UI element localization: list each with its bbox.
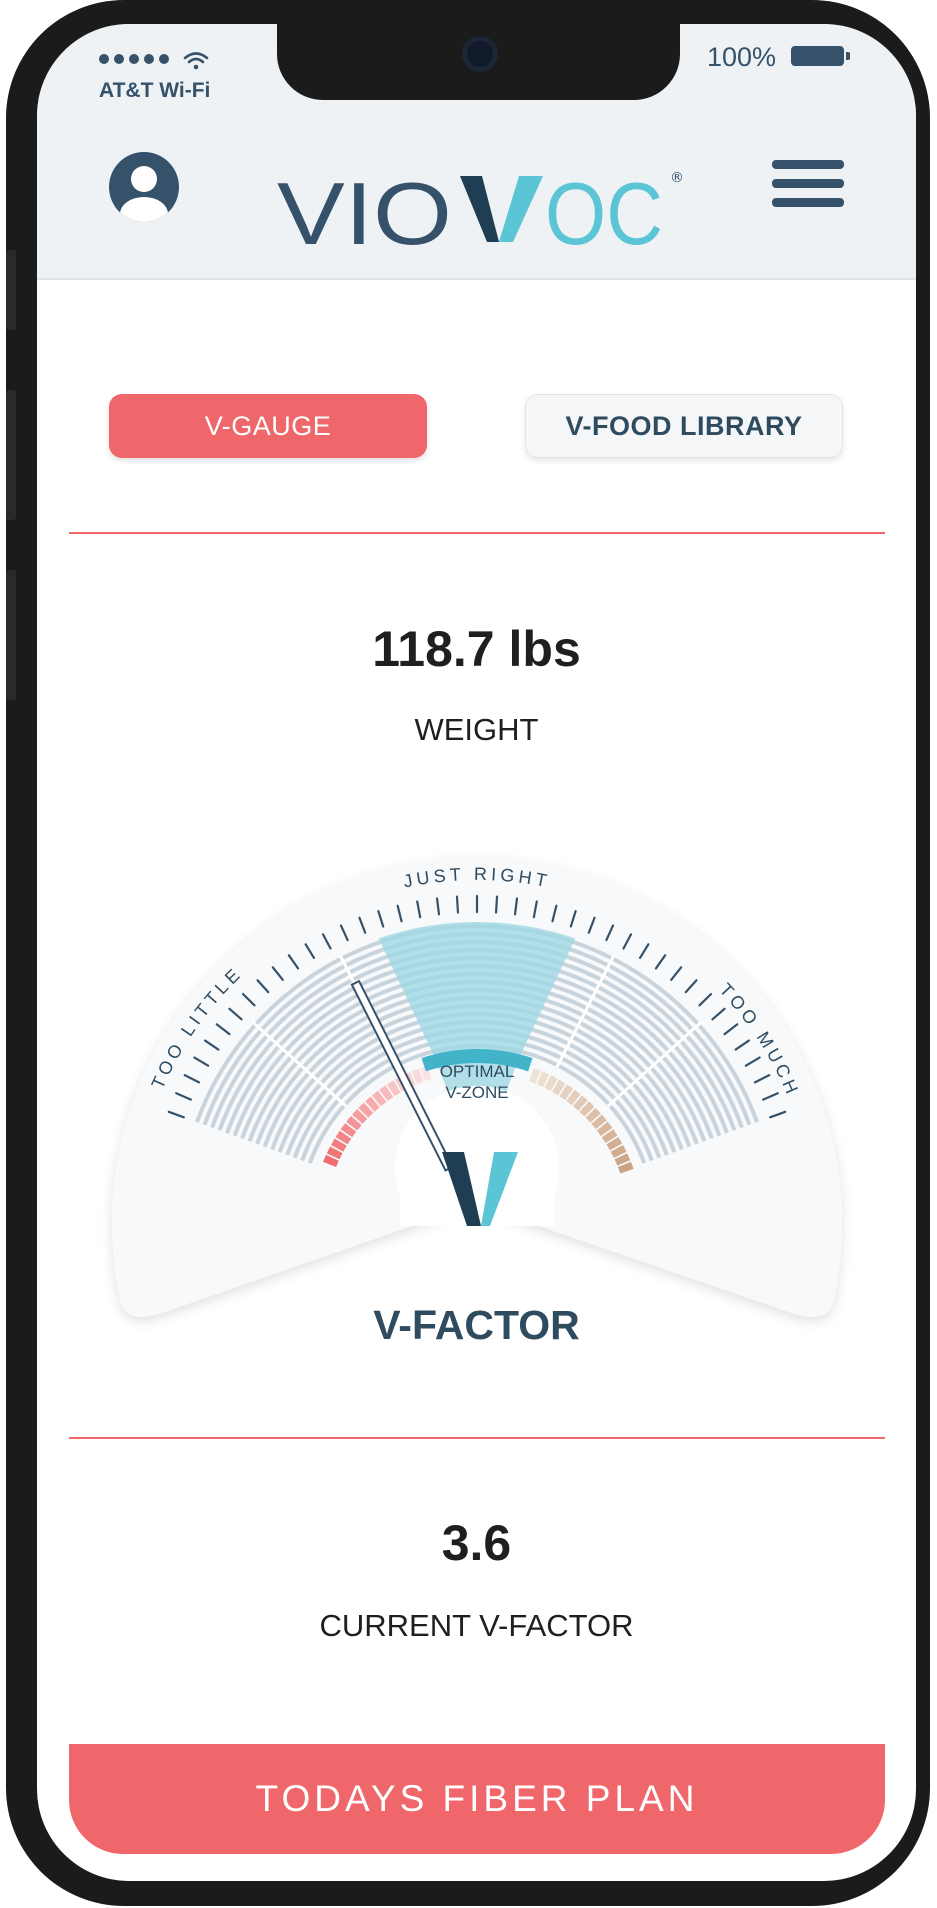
tab-v-gauge[interactable]: V-GAUGE: [109, 394, 427, 458]
camera-icon: [462, 36, 498, 72]
optimal-zone-label-line1: OPTIMAL: [440, 1062, 515, 1081]
volume-down-button: [6, 570, 16, 700]
gauge-tick: [455, 895, 460, 914]
logo-text-vio: VIO: [277, 164, 452, 262]
battery-icon: [791, 46, 850, 66]
profile-avatar-icon[interactable]: [109, 152, 179, 222]
tab-v-food-library[interactable]: V-FOOD LIBRARY: [525, 394, 843, 458]
signal-dots-icon: [99, 53, 174, 68]
todays-fiber-plan-button[interactable]: TODAYS FIBER PLAN: [69, 1744, 885, 1854]
viovoc-logo: VIO OC ®: [277, 164, 684, 262]
divider-bottom: [69, 1437, 885, 1439]
registered-mark: ®: [670, 170, 684, 186]
weight-label: WEIGHT: [414, 712, 539, 747]
optimal-zone-label-line2: V-ZONE: [445, 1083, 508, 1102]
v-factor-gauge: OPTIMAL V-ZONE TOO LITTLEJUST RIGHTTOO M…: [112, 858, 843, 1317]
notch: [277, 24, 680, 100]
signal-indicator: [99, 50, 209, 70]
screen: AT&T Wi-Fi 100% VIO OC ® V-GAUGE V-FOOD …: [37, 24, 916, 1881]
current-v-factor-label: CURRENT V-FACTOR: [319, 1608, 634, 1643]
weight-value: 118.7 lbs: [372, 621, 581, 677]
carrier-label: AT&T Wi-Fi: [99, 79, 211, 102]
volume-up-button: [6, 390, 16, 520]
mute-switch: [6, 250, 16, 330]
current-v-factor-value: 3.6: [441, 1515, 512, 1571]
divider-top: [69, 532, 885, 534]
gauge-title: V-FACTOR: [373, 1302, 580, 1348]
gauge-tick: [494, 895, 499, 914]
wifi-icon: [183, 52, 209, 70]
app-header: AT&T Wi-Fi 100% VIO OC ®: [37, 24, 916, 280]
hamburger-menu-icon[interactable]: [772, 160, 844, 220]
battery-percent: 100%: [707, 42, 777, 72]
phone-frame: AT&T Wi-Fi 100% VIO OC ® V-GAUGE V-FOOD …: [6, 0, 930, 1906]
logo-text-oc: OC: [545, 164, 663, 262]
